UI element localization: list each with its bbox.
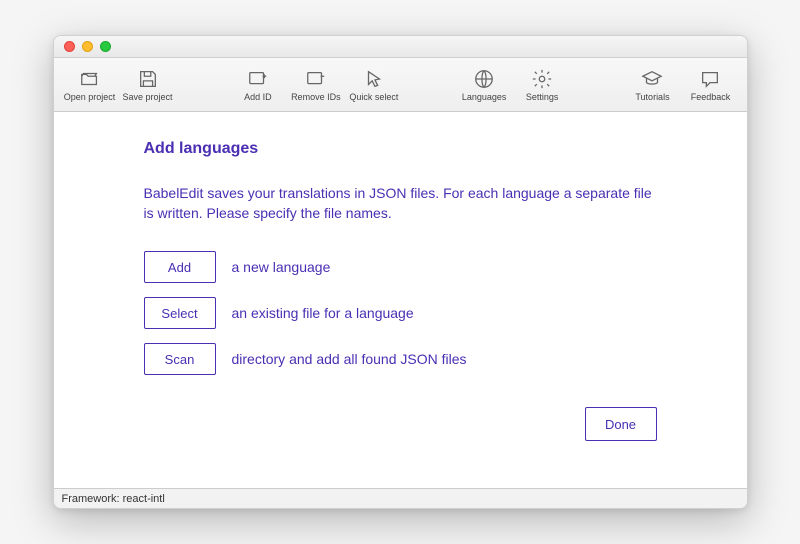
dialog-content: Add languages BabelEdit saves your trans… xyxy=(54,112,747,488)
globe-icon xyxy=(473,68,495,90)
open-project-button[interactable]: Open project xyxy=(62,61,118,109)
option-select-row: Select an existing file for a language xyxy=(144,297,657,329)
remove-ids-button[interactable]: Remove IDs xyxy=(288,61,344,109)
save-project-button[interactable]: Save project xyxy=(120,61,176,109)
quick-select-button[interactable]: Quick select xyxy=(346,61,402,109)
zoom-window-button[interactable] xyxy=(100,41,111,52)
remove-ids-icon xyxy=(305,68,327,90)
option-scan-row: Scan directory and add all found JSON fi… xyxy=(144,343,657,375)
titlebar xyxy=(54,36,747,58)
close-window-button[interactable] xyxy=(64,41,75,52)
gear-icon xyxy=(531,68,553,90)
minimize-window-button[interactable] xyxy=(82,41,93,52)
option-add-row: Add a new language xyxy=(144,251,657,283)
dialog-description: BabelEdit saves your translations in JSO… xyxy=(144,184,657,223)
add-button[interactable]: Add xyxy=(144,251,216,283)
option-text: directory and add all found JSON files xyxy=(232,351,467,367)
feedback-button[interactable]: Feedback xyxy=(682,61,738,109)
languages-button[interactable]: Languages xyxy=(456,61,512,109)
cursor-icon xyxy=(363,68,385,90)
toolbar-label: Add ID xyxy=(244,92,272,102)
toolbar-label: Remove IDs xyxy=(291,92,341,102)
toolbar-label: Open project xyxy=(64,92,116,102)
add-id-icon xyxy=(247,68,269,90)
statusbar: Framework: react-intl xyxy=(54,488,747,508)
toolbar-label: Save project xyxy=(122,92,172,102)
graduation-cap-icon xyxy=(641,68,663,90)
select-button[interactable]: Select xyxy=(144,297,216,329)
option-text: an existing file for a language xyxy=(232,305,414,321)
done-button[interactable]: Done xyxy=(585,407,657,441)
app-window: Open project Save project Add ID xyxy=(53,35,748,509)
add-id-button[interactable]: Add ID xyxy=(230,61,286,109)
toolbar-label: Quick select xyxy=(349,92,398,102)
speech-bubble-icon xyxy=(699,68,721,90)
option-text: a new language xyxy=(232,259,331,275)
settings-button[interactable]: Settings xyxy=(514,61,570,109)
toolbar-label: Languages xyxy=(462,92,507,102)
statusbar-text: Framework: react-intl xyxy=(62,493,165,505)
toolbar-label: Feedback xyxy=(691,92,731,102)
tutorials-button[interactable]: Tutorials xyxy=(624,61,680,109)
toolbar-label: Tutorials xyxy=(635,92,669,102)
save-icon xyxy=(137,68,159,90)
scan-button[interactable]: Scan xyxy=(144,343,216,375)
folder-open-icon xyxy=(79,68,101,90)
done-row: Done xyxy=(144,407,657,441)
toolbar: Open project Save project Add ID xyxy=(54,58,747,112)
toolbar-label: Settings xyxy=(526,92,559,102)
dialog-title: Add languages xyxy=(144,140,657,158)
